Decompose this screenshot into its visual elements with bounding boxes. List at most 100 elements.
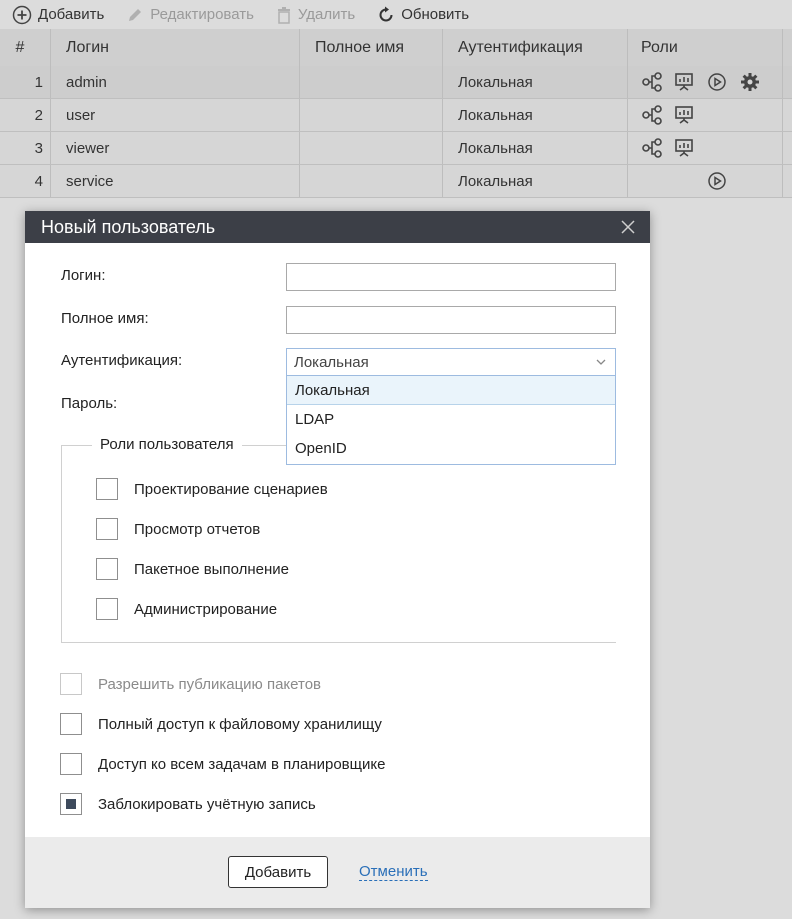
row-login: viewer — [51, 132, 300, 164]
lock-account-checkbox[interactable] — [60, 793, 82, 815]
role-icons — [641, 72, 773, 92]
refresh-icon — [379, 6, 393, 21]
fullname-input[interactable] — [286, 306, 616, 334]
scenario-design-icon — [641, 138, 674, 158]
edit-button[interactable]: Редактировать — [126, 0, 254, 29]
fullname-label: Полное имя: — [61, 310, 149, 327]
dialog-title: Новый пользователь — [41, 216, 216, 237]
cancel-link[interactable]: Отменить — [359, 863, 428, 881]
role-icons — [641, 171, 773, 191]
row-number: 1 — [0, 66, 51, 98]
column-header-filler — [783, 29, 792, 66]
table-row[interactable]: 2 user Локальная — [0, 99, 792, 132]
users-table: # Логин Полное имя Аутентификация Роли 1… — [0, 29, 792, 198]
delete-label: Удалить — [297, 6, 356, 23]
chevron-down-icon — [596, 359, 606, 365]
close-icon[interactable] — [618, 217, 638, 237]
role-icon-empty — [674, 171, 707, 191]
table-header: # Логин Полное имя Аутентификация Роли — [0, 29, 792, 66]
login-label: Логин: — [61, 267, 106, 284]
row-filler — [783, 165, 792, 197]
role-label-batch-run: Пакетное выполнение — [134, 561, 289, 578]
allow-publish-checkbox[interactable] — [60, 673, 82, 695]
row-roles — [628, 165, 783, 197]
edit-label: Редактировать — [150, 6, 254, 23]
row-fullname — [300, 99, 443, 131]
auth-option-openid[interactable]: OpenID — [287, 434, 615, 463]
auth-option-ldap[interactable]: LDAP — [287, 405, 615, 434]
run-icon — [707, 171, 740, 191]
auth-select-value: Локальная — [294, 353, 369, 371]
column-header-roles[interactable]: Роли — [628, 29, 783, 66]
row-number: 3 — [0, 132, 51, 164]
table-body: 1 admin Локальная 2 user Локальная 3 viewer Лока… — [0, 66, 792, 198]
scenario-design-icon — [641, 72, 674, 92]
row-auth: Локальная — [443, 132, 628, 164]
role-icon-empty — [641, 171, 674, 191]
auth-label: Аутентификация: — [61, 352, 183, 369]
row-login: user — [51, 99, 300, 131]
dialog-header: Новый пользователь — [25, 211, 650, 243]
row-auth: Локальная — [443, 99, 628, 131]
submit-button[interactable]: Добавить — [228, 856, 328, 888]
dialog-footer: Добавить Отменить — [25, 837, 650, 908]
toolbar: Добавить Редактировать Удалить Обновить — [0, 0, 792, 29]
role-label-scenario-design: Проектирование сценариев — [134, 481, 328, 498]
scheduler-access-checkbox[interactable] — [60, 753, 82, 775]
role-label-admin: Администрирование — [134, 601, 278, 618]
refresh-button[interactable]: Обновить — [377, 0, 469, 29]
add-circle-icon — [12, 5, 32, 24]
row-roles — [628, 99, 783, 131]
row-filler — [783, 99, 792, 131]
password-label: Пароль: — [61, 395, 118, 412]
role-icon-empty — [740, 171, 773, 191]
table-row[interactable]: 4 service Локальная — [0, 165, 792, 198]
file-storage-access-checkbox[interactable] — [60, 713, 82, 735]
auth-select[interactable]: Локальная — [286, 348, 616, 376]
row-fullname — [300, 66, 443, 98]
row-filler — [783, 132, 792, 164]
login-input[interactable] — [286, 263, 616, 291]
row-filler — [783, 66, 792, 98]
settings-icon — [740, 72, 773, 92]
table-row[interactable]: 1 admin Локальная — [0, 66, 792, 99]
auth-dropdown-list: Локальная LDAP OpenID — [286, 375, 616, 465]
table-row[interactable]: 3 viewer Локальная — [0, 132, 792, 165]
refresh-label: Обновить — [401, 6, 470, 23]
reports-icon — [674, 138, 707, 158]
add-button[interactable]: Добавить — [12, 0, 104, 29]
row-roles — [628, 66, 783, 98]
role-checkbox-batch-run[interactable] — [96, 558, 118, 580]
role-label-view-reports: Просмотр отчетов — [134, 521, 261, 538]
column-header-fullname[interactable]: Полное имя — [300, 29, 443, 66]
row-login: service — [51, 165, 300, 197]
auth-option-local[interactable]: Локальная — [287, 376, 615, 405]
role-icons — [641, 105, 773, 125]
role-checkbox-scenario-design[interactable] — [96, 478, 118, 500]
pencil-icon — [129, 8, 142, 21]
row-auth: Локальная — [443, 66, 628, 98]
column-header-auth[interactable]: Аутентификация — [443, 29, 628, 66]
role-icon-empty — [707, 138, 740, 158]
role-checkbox-view-reports[interactable] — [96, 518, 118, 540]
row-roles — [628, 132, 783, 164]
allow-publish-label: Разрешить публикацию пакетов — [98, 676, 322, 693]
reports-icon — [674, 72, 707, 92]
column-header-login[interactable]: Логин — [51, 29, 300, 66]
row-fullname — [300, 132, 443, 164]
row-fullname — [300, 165, 443, 197]
new-user-dialog: Новый пользователь Логин: Полное имя: Ау… — [25, 211, 650, 908]
row-number: 2 — [0, 99, 51, 131]
row-number: 4 — [0, 165, 51, 197]
column-header-number[interactable]: # — [0, 29, 51, 66]
delete-button[interactable]: Удалить — [276, 0, 355, 29]
role-icon-empty — [707, 105, 740, 125]
scenario-design-icon — [641, 105, 674, 125]
role-icon-empty — [740, 138, 773, 158]
add-label: Добавить — [38, 6, 105, 23]
role-icons — [641, 138, 773, 158]
trash-icon — [277, 6, 290, 24]
run-icon — [707, 72, 740, 92]
role-checkbox-admin[interactable] — [96, 598, 118, 620]
lock-account-label: Заблокировать учётную запись — [98, 796, 316, 813]
